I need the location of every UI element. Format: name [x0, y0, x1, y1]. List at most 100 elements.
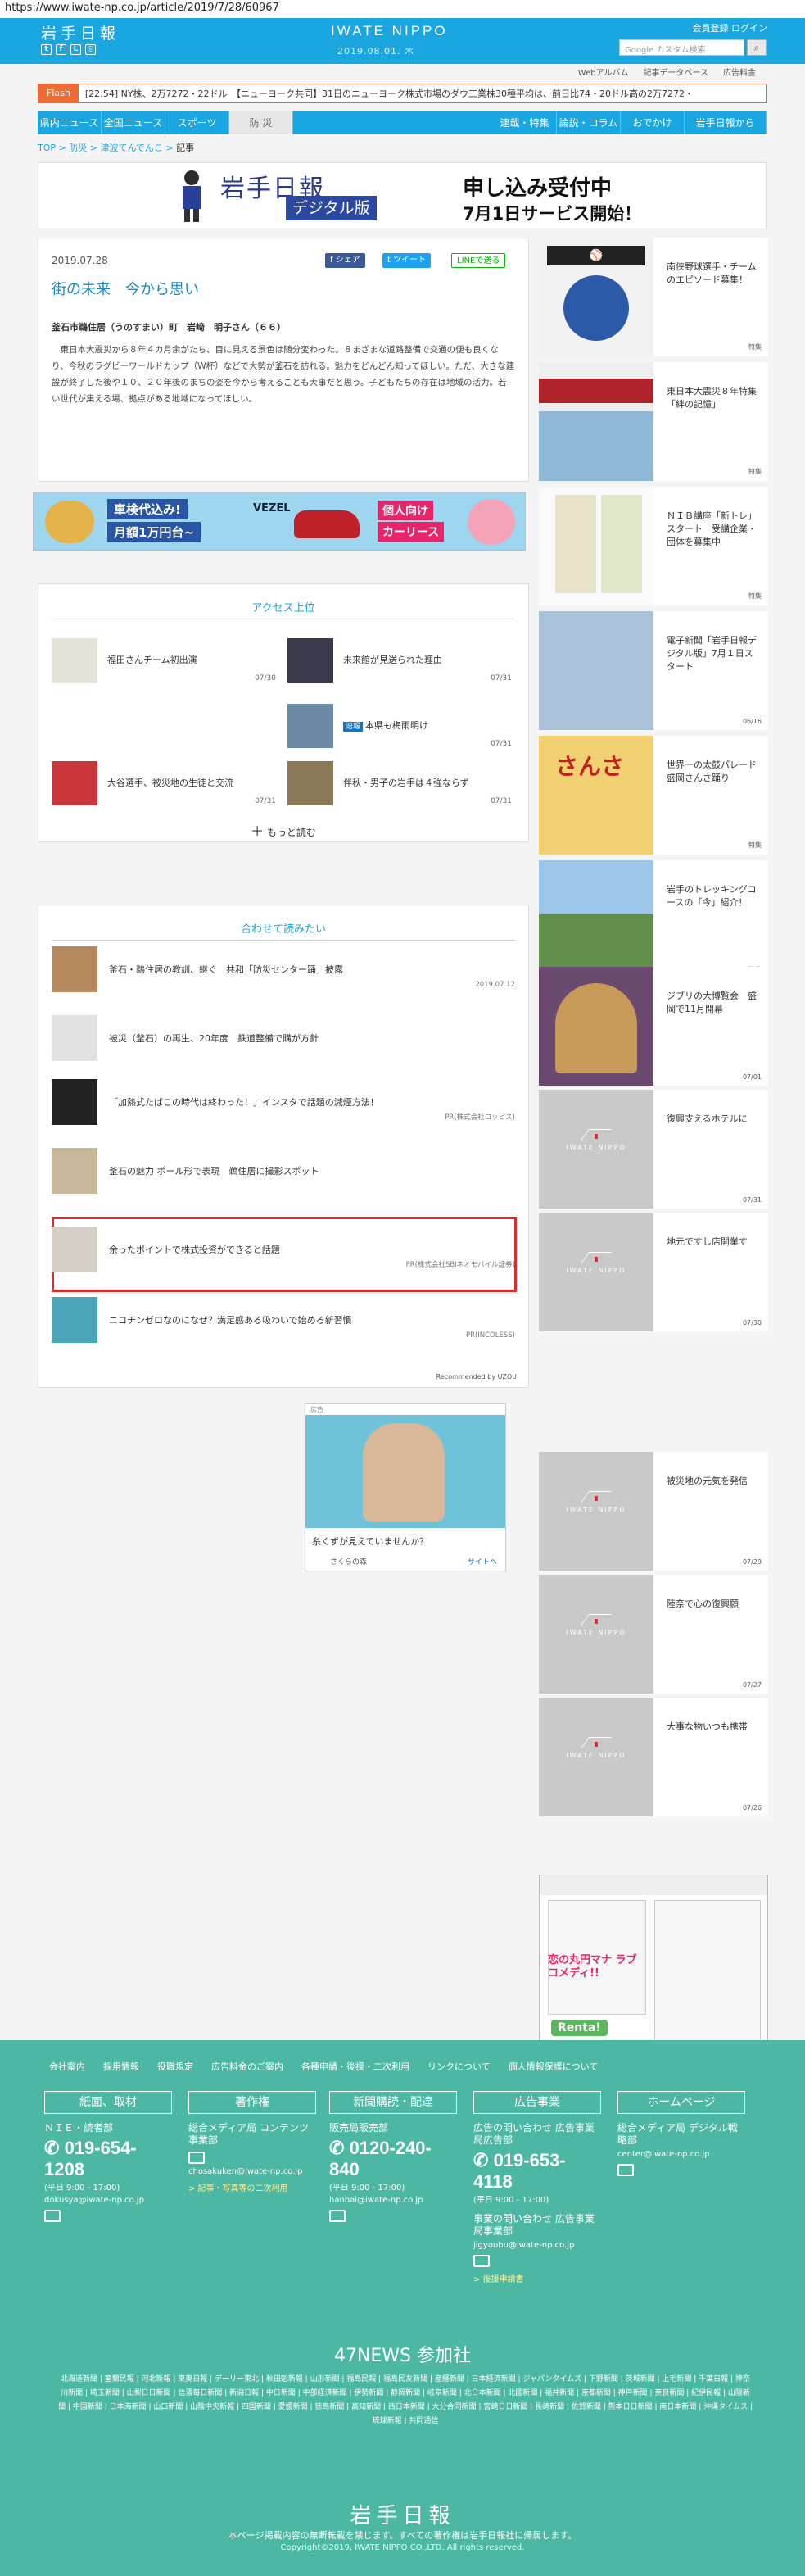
nav-outing[interactable]: おでかけ — [621, 111, 685, 134]
article-body: 東日本大震災から８年４カ月余がたち、目に見える景色は随分変わった。８まざまな道路… — [52, 345, 515, 404]
related-item[interactable]: 余ったポイントで株式投資ができると話題 PR(株式会社SBIネオモバイル証券) — [52, 1227, 515, 1272]
sublink-album[interactable]: Webアルバム — [578, 66, 629, 78]
footer-link[interactable]: 各種申請・後援・二次利用 — [301, 2060, 409, 2073]
sidebar-item[interactable]: 電子新聞「岩手日報デジタル版」7月１日スタート 06/16 — [539, 611, 768, 730]
recommended-by[interactable]: Recommended by UZOU — [436, 1373, 517, 1381]
twitter-icon[interactable]: t — [41, 44, 52, 55]
footer-hours: (平日 9:00 - 17:00) — [329, 2184, 405, 2193]
search-icon[interactable]: ⌕ — [747, 39, 767, 56]
line-share-button[interactable]: LINEで送る — [451, 253, 506, 268]
mail-icon[interactable] — [617, 2164, 634, 2176]
no-image-placeholder: IWATE NIPPO — [539, 1575, 653, 1694]
footer-col-dept: 総合メディア局 デジタル戦略部 — [617, 2122, 738, 2146]
mail-icon[interactable] — [188, 2152, 205, 2164]
flash-news-bar[interactable]: Flash [22:54] NY株、2万7272・22ドル 【ニューヨーク共同】… — [38, 84, 767, 103]
grandma-ad[interactable]: 広告 糸くずが見えていませんか？ さくらの森 サイトへ — [305, 1403, 506, 1571]
breadcrumb-top[interactable]: TOP — [38, 143, 56, 153]
footer-link[interactable]: 個人情報保護について — [509, 2060, 599, 2073]
ranking-item[interactable]: 大谷選手、被災地の生徒と交流 07/31 — [52, 761, 281, 809]
footer-col-dept: ＮＩＥ・読者部 — [44, 2122, 114, 2134]
footer-link[interactable]: 役職規定 — [157, 2060, 193, 2073]
footer-email[interactable]: jigyoubu@iwate-np.co.jp — [473, 2241, 601, 2250]
footer-logo[interactable]: 岩手日報 — [0, 2499, 805, 2529]
partner-paper-list[interactable]: 北海道新聞 | 室蘭民報 | 河北新報 | 東奥日報 | デーリー東北 | 秋田… — [57, 2373, 753, 2429]
sidebar-item[interactable]: ＮＩＢ講座「新トレ」スタート 受講企業・団体を募集中 特集 — [539, 487, 768, 605]
digital-edition-banner[interactable]: 岩手日報 デジタル版 申し込み受付中 7月1日サービス開始！ — [38, 162, 767, 229]
phone-number[interactable]: ✆ 019-653-4118 — [473, 2150, 601, 2193]
twitter-share-button[interactable]: t ツイート — [382, 253, 432, 268]
ranking-item[interactable]: 福田さんチーム初出演 07/30 — [52, 638, 281, 686]
footer-email[interactable]: dokusya@iwate-np.co.jp — [44, 2196, 172, 2205]
footer-note-link[interactable]: > 記事・写真等の二次利用 — [188, 2181, 316, 2193]
car-ad-tag2: カーリース — [378, 522, 445, 542]
related-thumb — [52, 1148, 97, 1194]
footer-hours: (平日 9:00 - 17:00) — [473, 2196, 549, 2205]
facebook-share-button[interactable]: f シェア — [325, 253, 365, 268]
related-item-title: 余ったポイントで株式投資ができると話題 — [109, 1245, 280, 1255]
related-item[interactable]: ニコチンゼロなのになぜ？満足感ある吸わいで始める新習慣 PR(INCOLESS) — [52, 1297, 515, 1343]
sublink-database[interactable]: 記事データベース — [644, 66, 709, 78]
mail-icon[interactable] — [329, 2210, 346, 2222]
nav-local-news[interactable]: 県内ニュース — [38, 111, 102, 134]
site-logo[interactable]: 岩手日報 — [41, 21, 120, 43]
article-byline: 釜石市鵜住居（うのすまい）町 岩﨑 明子さん（６６） — [52, 322, 286, 333]
more-button[interactable]: ＋ もっと読む — [38, 820, 528, 840]
mail-icon[interactable] — [44, 2210, 61, 2222]
breadcrumb-disaster[interactable]: 防災 — [69, 143, 87, 153]
sidebar-item[interactable]: ジブリの大博覧会 盛岡で11月開幕 07/01 — [539, 967, 768, 1086]
car-ad-line1: 車検代込み! — [107, 499, 188, 519]
sublink-ad-rates[interactable]: 広告料金 — [723, 66, 756, 78]
sidebar-item-title: ジブリの大博覧会 盛岡で11月開幕 — [667, 991, 757, 1014]
sidebar-item[interactable]: 東日本大震災８年特集「絆の記憶」 特集 — [539, 362, 768, 481]
nav-from-iwate-nippo[interactable]: 岩手日報から — [685, 111, 767, 134]
footer-email[interactable]: chosakuken@iwate-np.co.jp — [188, 2167, 316, 2176]
sidebar-item[interactable]: IWATE NIPPO 大事な物いつも携帯 07/26 — [539, 1698, 768, 1816]
footer-email[interactable]: center@iwate-np.co.jp — [617, 2150, 745, 2159]
manga-ad[interactable]: 恋の丸円マナ ラブコメディ!! Renta! — [539, 1875, 768, 2047]
instagram-icon[interactable]: ◎ — [85, 44, 96, 55]
nav-national-news[interactable]: 全国ニュース — [102, 111, 165, 134]
search-input[interactable]: Google カスタム検索 — [619, 39, 744, 56]
car-lease-ad[interactable]: 車検代込み! 月額1万円台~ VEZEL 個人向け カーリース — [33, 492, 526, 551]
member-links[interactable]: 会員登録 ログイン — [693, 21, 768, 34]
nav-sports[interactable]: スポーツ — [165, 111, 229, 134]
nav-series[interactable]: 連載・特集 — [493, 111, 557, 134]
footer-email[interactable]: hanbai@iwate-np.co.jp — [329, 2196, 457, 2205]
access-ranking: アクセス上位 福田さんチーム初出演 07/30 未来館が見送られた理由 07/3… — [38, 583, 529, 842]
sidebar-item[interactable]: IWATE NIPPO 復興支えるホテルに 07/31 — [539, 1090, 768, 1209]
nav-disaster[interactable]: 防 災 — [229, 111, 293, 134]
sidebar-item[interactable]: IWATE NIPPO 地元ですし店開業す 07/30 — [539, 1213, 768, 1331]
ranking-item[interactable]: 未来館が見送られた理由 07/31 — [287, 638, 517, 686]
related-item[interactable]: 釜石の魅力 ポール形で表現 鵜住居に撮影スポット — [52, 1148, 515, 1194]
ranking-item[interactable]: 伴秋・男子の岩手は４強ならず 07/31 — [287, 761, 517, 809]
footer-note-link[interactable]: > 後援申請書 — [473, 2272, 601, 2284]
phone-number[interactable]: ✆ 0120-240-840 — [329, 2138, 457, 2180]
footer-link[interactable]: 採用情報 — [103, 2060, 139, 2073]
footer-link[interactable]: 広告料金のご案内 — [211, 2060, 283, 2073]
breadcrumb-tsunami[interactable]: 津波てんでんこ — [100, 143, 162, 153]
iwate-nippo-title[interactable]: IWATE NIPPO — [331, 23, 448, 39]
ranking-item[interactable]: 速報 本県も梅雨明け 07/31 — [287, 704, 517, 751]
sidebar-item[interactable]: IWATE NIPPO 陸奈で心の復興願 07/27 — [539, 1575, 768, 1694]
footer-col-copyright: 著作権 総合メディア局 コンテンツ事業部 chosakuken@iwate-np… — [188, 2091, 316, 2193]
sidebar-item-title: 東日本大震災８年特集「絆の記憶」 — [667, 386, 757, 410]
facebook-icon[interactable]: f — [56, 44, 66, 55]
sidebar-item[interactable]: 岩手のトレッキングコースの「今」紹介！ 特集 — [539, 860, 768, 979]
flash-text[interactable]: [22:54] NY株、2万7272・22ドル 【ニューヨーク共同】31日のニュ… — [79, 87, 694, 100]
footer-link[interactable]: リンクについて — [427, 2060, 491, 2073]
sidebar-item[interactable]: IWATE NIPPO 被災地の元気を発信 07/29 — [539, 1452, 768, 1571]
line-icon[interactable]: L — [70, 44, 81, 55]
phone-number[interactable]: ✆ 019-654-1208 — [44, 2138, 172, 2180]
related-item[interactable]: 釜石・鵜住居の教訓、継ぐ 共和「防災センター踊」披露 2019.07.12 — [52, 946, 515, 992]
breadcrumb-current: 記事 — [176, 143, 195, 153]
related-item[interactable]: 被災（釜石）の再生、20年度 鉄道整備で購が方針 — [52, 1015, 515, 1061]
nav-column[interactable]: 論説・コラム — [557, 111, 621, 134]
footer-col-head: 紙面、取材 — [44, 2091, 172, 2114]
footer-link[interactable]: 会社案内 — [49, 2060, 85, 2073]
sidebar-thumb — [539, 362, 653, 481]
related-item[interactable]: 「加熱式たばこの時代は終わった！」インスタで話題の減煙方法！ PR(株式会社ロッ… — [52, 1079, 515, 1125]
mail-icon[interactable] — [473, 2255, 490, 2267]
ad-site-link[interactable]: サイトへ — [468, 1556, 497, 1567]
sidebar-item[interactable]: ⚾ 南侠野球選手・チームのエピソード募集！ 特集 — [539, 238, 768, 356]
sidebar-item[interactable]: さんさ 世界一の太鼓パレード 盛岡さんさ踊り 特集 — [539, 736, 768, 855]
